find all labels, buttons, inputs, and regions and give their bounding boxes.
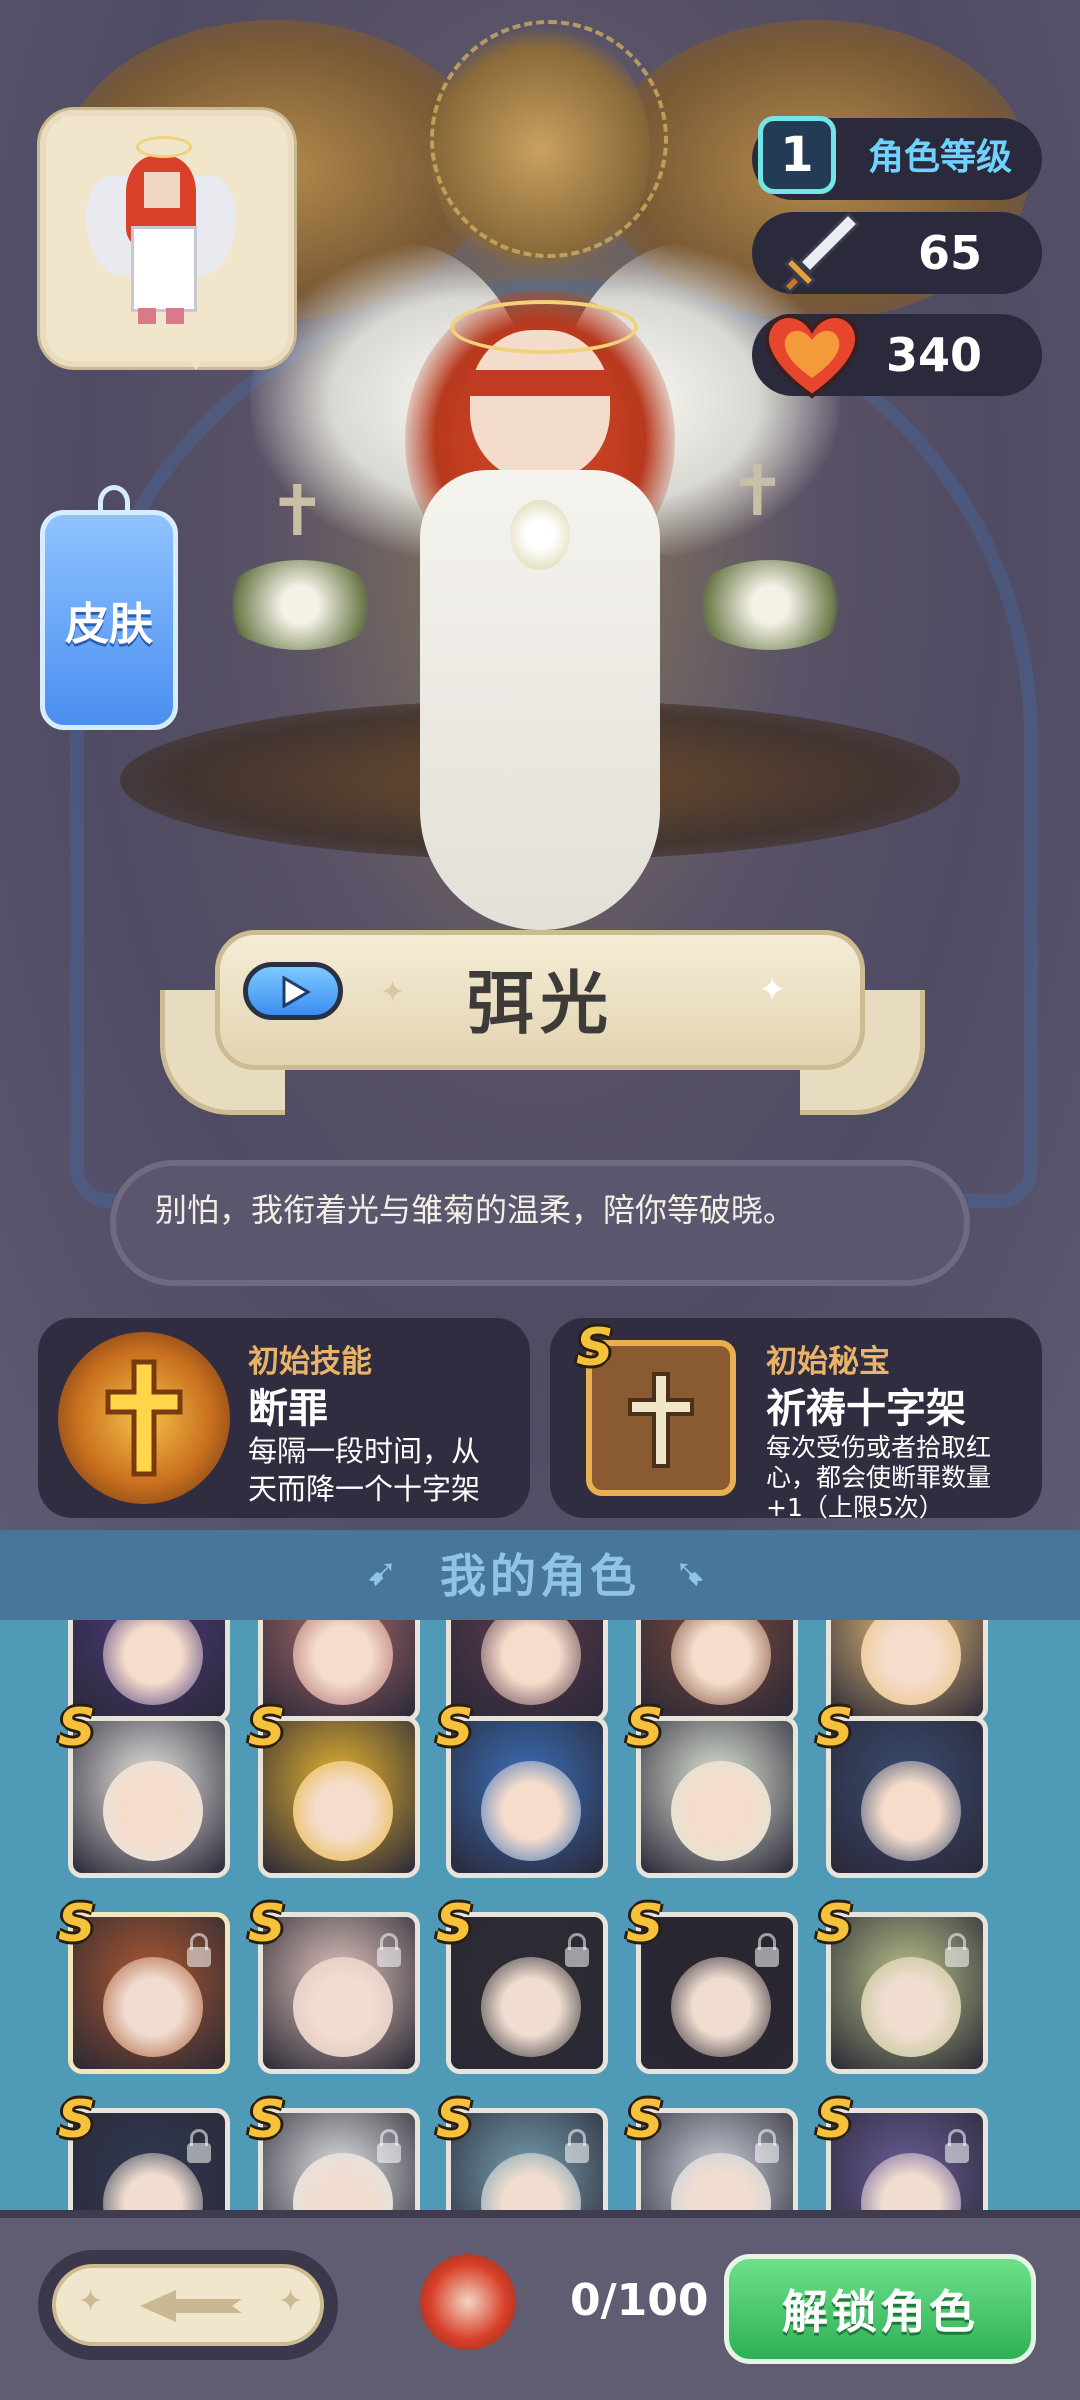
skill-desc-line2: 天而降一个十字架 <box>248 1472 481 1506</box>
lock-icon <box>945 2129 969 2163</box>
character-face <box>481 1620 581 1705</box>
skin-button[interactable]: 皮肤 <box>40 510 178 730</box>
character-grid[interactable]: S S S S S S S S S S S S S S S <box>0 1620 1080 2220</box>
treasure-rank-badge: S <box>576 1318 614 1378</box>
character-face <box>861 1620 961 1705</box>
rank-s-badge: S <box>58 1894 96 1954</box>
portrait-pointer <box>170 330 222 370</box>
initial-treasure-card[interactable]: S 初始秘宝 祈祷十字架 每次受伤或者拾取红 心，都会使断罪数量 +1（上限5次… <box>550 1318 1042 1522</box>
lock-icon <box>945 1933 969 1967</box>
skill-name: 断罪 <box>248 1386 328 1432</box>
rank-s-badge: S <box>248 2090 286 2150</box>
attack-value: 65 <box>917 226 982 280</box>
rank-s-badge: S <box>436 2090 474 2150</box>
character-face <box>481 1761 581 1861</box>
sword-icon <box>770 206 866 302</box>
lock-icon <box>377 1933 401 1967</box>
flowers-left <box>220 560 380 650</box>
angel-blindfold <box>470 370 610 396</box>
character-face <box>293 1620 393 1705</box>
back-button-face[interactable]: ✦ ✦ <box>52 2264 324 2346</box>
initial-skill-card[interactable]: 初始技能 断罪 每隔一段时间，从 天而降一个十字架 <box>38 1318 530 1518</box>
rank-s-badge: S <box>58 2090 96 2150</box>
rank-s-badge: S <box>436 1894 474 1954</box>
character-quote: 别怕，我衔着光与雏菊的温柔，陪你等破晓。 <box>155 1191 796 1229</box>
lock-icon <box>187 1933 211 1967</box>
unlock-character-button[interactable]: 解锁角色 <box>724 2254 1036 2364</box>
voice-play-button[interactable] <box>243 962 343 1020</box>
level-badge: 1 <box>758 116 836 194</box>
skill-header: 初始技能 <box>248 1344 372 1380</box>
treasure-name: 祈祷十字架 <box>766 1386 966 1432</box>
skill-desc-line1: 每隔一段时间，从 <box>248 1434 481 1468</box>
grave-cross-left-icon: ✝ <box>268 470 327 552</box>
rank-s-badge: S <box>436 1698 474 1758</box>
lock-icon <box>187 2129 211 2163</box>
character-face <box>671 1761 771 1861</box>
character-face <box>103 1620 203 1705</box>
lock-icon <box>565 1933 589 1967</box>
grave-cross-right-icon: ✝ <box>728 450 787 532</box>
level-label: 角色等级 <box>868 137 1013 178</box>
lock-icon <box>755 1933 779 1967</box>
rank-s-badge: S <box>58 1698 96 1758</box>
character-face <box>103 1957 203 2057</box>
daisy-bouquet <box>510 500 570 570</box>
level-value: 1 <box>780 127 814 183</box>
lock-icon <box>377 2129 401 2163</box>
hp-value: 340 <box>885 328 982 382</box>
cross-icon <box>105 1359 183 1477</box>
rank-s-badge: S <box>816 1698 854 1758</box>
character-face <box>481 1957 581 2057</box>
flowers-right <box>690 560 850 650</box>
character-face <box>103 1761 203 1861</box>
rank-s-badge: S <box>248 1894 286 1954</box>
character-face <box>861 1957 961 2057</box>
pixel-angel-sprite <box>86 136 236 331</box>
rank-s-badge: S <box>626 1894 664 1954</box>
rank-s-badge: S <box>626 2090 664 2150</box>
roster-title: 我的角色 <box>440 1549 640 1603</box>
character-face <box>293 1761 393 1861</box>
rank-s-badge: S <box>816 2090 854 2150</box>
sparkle-right-icon: ✦ <box>758 970 787 1010</box>
rank-s-badge: S <box>248 1698 286 1758</box>
skin-label: 皮肤 <box>65 599 153 650</box>
sparkle-icon: ✦ <box>78 2284 104 2319</box>
rank-s-badge: S <box>626 1698 664 1758</box>
character-portrait[interactable] <box>40 110 294 367</box>
character-face <box>671 1620 771 1705</box>
sparkle-icon: ✦ <box>278 2284 304 2319</box>
prayer-cross-icon <box>628 1372 694 1468</box>
character-face <box>861 1761 961 1861</box>
rank-s-badge: S <box>816 1894 854 1954</box>
skill-icon <box>58 1332 230 1504</box>
lock-icon <box>755 2129 779 2163</box>
treasure-header: 初始秘宝 <box>766 1344 890 1380</box>
heart-icon <box>760 308 864 402</box>
character-face <box>293 1957 393 2057</box>
unlock-count: 0/100 <box>570 2275 709 2326</box>
back-arrow-icon <box>140 2290 242 2322</box>
angel-halo <box>450 300 638 354</box>
character-face <box>671 1957 771 2057</box>
play-icon <box>282 975 311 1009</box>
treasure-desc-line3: +1（上限5次） <box>766 1493 944 1522</box>
unlock-label: 解锁角色 <box>782 2285 978 2339</box>
character-name: 弭光 <box>465 965 614 1044</box>
halo-rays <box>430 20 668 258</box>
lock-icon <box>565 2129 589 2163</box>
character-avatar-icon <box>420 2254 516 2350</box>
